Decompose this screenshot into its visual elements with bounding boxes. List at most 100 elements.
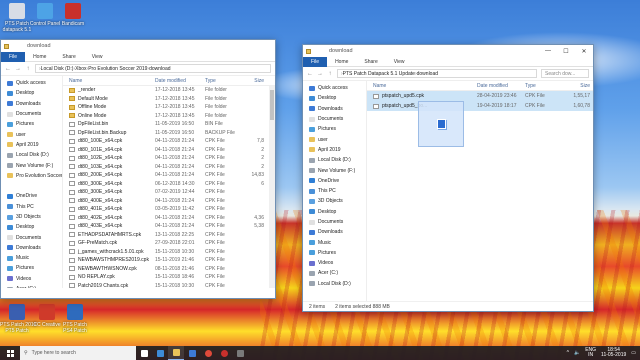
forward-arrow-icon[interactable]: → <box>317 71 323 77</box>
nav-item[interactable]: Documents <box>303 217 366 227</box>
back-arrow-icon[interactable]: ← <box>307 71 313 77</box>
file-row[interactable]: _render 17-12-2018 13:45 File folder <box>63 86 275 95</box>
nav-item[interactable]: Downloads <box>303 104 366 114</box>
nav-item[interactable]: Desktop <box>303 93 366 103</box>
quick-access-toolbar[interactable] <box>4 43 9 49</box>
vertical-scrollbar[interactable] <box>269 86 275 288</box>
nav-item[interactable]: Pictures <box>303 124 366 134</box>
ribbon-tab-home[interactable]: Home <box>327 57 356 67</box>
volume-icon[interactable]: 🔈 <box>574 350 580 356</box>
column-date[interactable]: Date modified <box>477 83 525 89</box>
taskbar-task-view[interactable] <box>136 346 152 360</box>
nav-item[interactable]: Music <box>303 237 366 247</box>
nav-item[interactable]: Local Disk (D:) <box>303 155 366 165</box>
quick-access-toolbar[interactable] <box>306 48 311 54</box>
clock[interactable]: 18:54 11-05-2019 <box>601 347 626 359</box>
file-row[interactable]: dt80_402E_x64.cpk 04-11-2018 21:24 CPK Fil… <box>63 214 275 223</box>
title-bar[interactable]: download — ☐ ✕ <box>303 45 593 57</box>
file-row[interactable]: ETHADPSDATAHMRTS.cpk 13-11-2018 22:25 CPK … <box>63 231 275 240</box>
nav-item[interactable]: April 2019 <box>303 145 366 155</box>
column-size[interactable]: Size <box>563 83 593 89</box>
nav-item[interactable]: Documents <box>1 232 62 242</box>
file-row[interactable]: dt80_103E_x64.cpk 04-11-2018 21:24 CPK Fil… <box>63 163 275 172</box>
file-row[interactable]: GF-PreMatch.cpk 27-09-2018 22:01 CPK File <box>63 239 275 248</box>
scrollbar-thumb[interactable] <box>270 90 274 120</box>
nav-item[interactable]: Acer (C:) <box>303 268 366 278</box>
nav-item[interactable]: Acer (C:) <box>1 284 62 288</box>
start-button[interactable] <box>0 346 20 360</box>
file-row[interactable]: dt80_101E_x64.cpk 04-11-2018 21:24 CPK Fil… <box>63 146 275 155</box>
nav-item[interactable]: user <box>1 129 62 139</box>
file-row[interactable]: j_games_withcrack1.5.01.cpk 15-11-2018 10… <box>63 248 275 257</box>
file-row[interactable]: Offline Mode 17-12-2018 13:45 File folder <box>63 103 275 112</box>
up-arrow-icon[interactable]: ↑ <box>25 66 31 72</box>
nav-item[interactable]: April 2019 <box>1 140 62 150</box>
maximize-icon[interactable]: ☐ <box>557 45 575 57</box>
search-input[interactable]: Search dow... <box>541 69 589 78</box>
nav-item[interactable]: Local Disk (D:) <box>1 150 62 160</box>
file-row[interactable]: Patch2019 Chants.cpk 15-11-2018 10:30 CPK … <box>63 282 275 288</box>
taskbar-edge[interactable] <box>152 346 168 360</box>
nav-item[interactable]: Desktop <box>303 207 366 217</box>
ribbon-tab-file[interactable]: File <box>1 51 26 62</box>
file-row[interactable]: dt80_401E_x64.cpk 03-05-2019 11:42 CPK Fil… <box>63 205 275 214</box>
address-bar[interactable]: › PTS Patch Datapack 5.1 Update › downlo… <box>337 69 537 78</box>
chevron-up-icon[interactable]: ^ <box>567 350 569 356</box>
back-arrow-icon[interactable]: ← <box>5 66 11 72</box>
nav-item[interactable]: Downloads <box>1 243 62 253</box>
nav-item[interactable]: Quick access <box>1 78 62 88</box>
nav-item[interactable]: This PC <box>303 186 366 196</box>
file-row[interactable]: ptspatch_upd5_bo... 19-04-2019 18:17 CPK F… <box>367 101 593 111</box>
nav-item[interactable]: OneDrive <box>303 176 366 186</box>
column-type[interactable]: Type <box>205 78 245 84</box>
taskbar-chrome[interactable] <box>200 346 216 360</box>
nav-item[interactable]: OneDrive <box>1 191 62 201</box>
nav-item[interactable]: Pictures <box>1 119 62 129</box>
breadcrumb-item[interactable]: download <box>149 66 170 72</box>
file-row[interactable]: dt80_300E_x64.cpk 07-02-2019 12:44 CPK Fil… <box>63 188 275 197</box>
column-name[interactable]: Name <box>63 78 155 84</box>
nav-item[interactable]: This PC <box>1 202 62 212</box>
file-row[interactable]: Online Mode 17-12-2018 13:45 File folder <box>63 112 275 121</box>
column-name[interactable]: Name <box>367 83 477 89</box>
nav-item[interactable]: 3D Objects <box>303 196 366 206</box>
taskbar-bandicam[interactable] <box>216 346 232 360</box>
taskbar-file-explorer[interactable] <box>168 346 184 360</box>
nav-item[interactable]: Downloads <box>1 99 62 109</box>
nav-item[interactable]: Pro Evolution Soccer <box>1 171 62 181</box>
file-row[interactable]: NO REPLAY.cpk 15-11-2018 18:46 CPK File <box>63 273 275 282</box>
up-arrow-icon[interactable]: ↑ <box>327 71 333 77</box>
nav-item[interactable]: Quick access <box>303 83 366 93</box>
nav-item[interactable]: New Volume (F:) <box>1 160 62 170</box>
nav-item[interactable]: Videos <box>303 258 366 268</box>
ribbon-tab-file[interactable]: File <box>303 56 328 67</box>
desktop-icon[interactable]: PTS Patch PS4 Patch <box>58 304 92 334</box>
nav-item[interactable]: New Volume (F:) <box>303 165 366 175</box>
desktop-icon[interactable]: Bandicam <box>56 3 90 27</box>
file-row[interactable]: dt80_200E_x64.cpk 04-11-2018 21:24 CPK Fil… <box>63 171 275 180</box>
desktop-icon[interactable]: PTS Patch 2019 PT5 Patch <box>0 304 36 334</box>
column-date[interactable]: Date modified <box>155 78 205 84</box>
file-row[interactable]: ptspatch_upd5.cpk 28-04-2019 23:46 CPK Fil… <box>367 91 593 101</box>
breadcrumb-item[interactable]: download <box>417 71 438 77</box>
ribbon-tab-home[interactable]: Home <box>25 52 54 62</box>
column-type[interactable]: Type <box>525 83 563 89</box>
taskbar-search[interactable]: ⚲ Type here to search <box>20 346 136 360</box>
file-row[interactable]: NEWBAWSTHMPRES2019.cpk 15-11-2019 21:46 CP… <box>63 256 275 265</box>
nav-item[interactable]: Downloads <box>303 227 366 237</box>
nav-item[interactable]: Documents <box>1 109 62 119</box>
nav-item[interactable]: Music <box>1 253 62 263</box>
column-size[interactable]: Size <box>245 78 267 84</box>
file-row[interactable]: DpFileList.bin 11-05-2019 16:50 BIN File <box>63 120 275 129</box>
close-icon[interactable]: ✕ <box>575 45 593 57</box>
nav-item[interactable]: Local Disk (D:) <box>303 279 366 289</box>
title-bar[interactable]: download <box>1 40 275 52</box>
taskbar-app[interactable] <box>232 346 248 360</box>
breadcrumb-item[interactable]: Local Disk (D:) <box>41 66 74 72</box>
nav-item[interactable]: 3D Objects <box>1 212 62 222</box>
forward-arrow-icon[interactable]: → <box>15 66 21 72</box>
taskbar-store[interactable] <box>184 346 200 360</box>
breadcrumb-item[interactable]: PTS Patch Datapack 5.1 Update <box>343 71 415 77</box>
address-bar[interactable]: › Local Disk (D:) › Xbox › Pro Evolution… <box>35 64 271 73</box>
file-row[interactable]: NEWBAWTHWSNOW.cpk 08-11-2018 21:46 CPK Fil… <box>63 265 275 274</box>
